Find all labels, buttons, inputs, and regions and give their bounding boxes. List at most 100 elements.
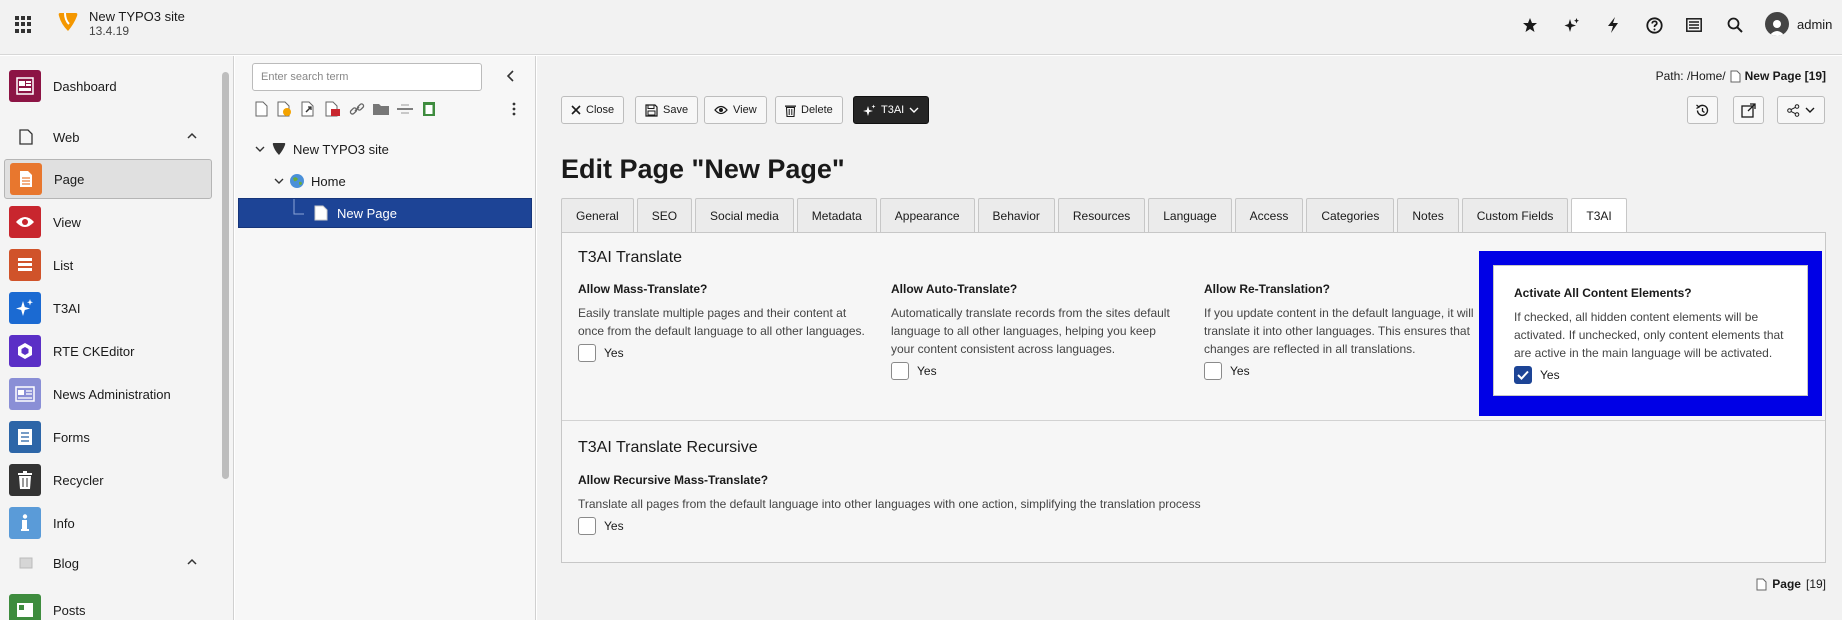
module-page[interactable]: Page — [4, 159, 212, 199]
checkbox-re-translation[interactable]: Yes — [1204, 362, 1484, 380]
eye-icon — [714, 105, 728, 115]
checkbox-mass-translate[interactable]: Yes — [578, 344, 868, 362]
checkbox-auto-translate[interactable]: Yes — [891, 362, 1181, 380]
new-page-green-icon[interactable] — [420, 100, 438, 118]
checkbox-activate-all-content-elements[interactable]: Yes — [1514, 366, 1799, 384]
chevron-down-icon — [1805, 107, 1815, 113]
module-label: Posts — [53, 602, 86, 618]
section-title: T3AI Translate — [578, 249, 683, 266]
save-button[interactable]: Save — [635, 96, 699, 124]
module-group-web[interactable]: Web — [4, 122, 212, 152]
page-icon — [1756, 578, 1767, 590]
module-posts[interactable]: Posts — [4, 590, 212, 620]
open-new-window-button[interactable] — [1733, 96, 1764, 124]
tab-seo[interactable]: SEO — [636, 198, 693, 232]
new-page-sysfolder-icon[interactable] — [276, 100, 294, 118]
module-group-blog[interactable]: Blog — [4, 548, 212, 578]
search-icon[interactable] — [1724, 14, 1746, 36]
tab-appearance[interactable]: Appearance — [879, 198, 975, 232]
t3ai-dropdown-button[interactable]: T3AI — [853, 96, 930, 124]
tree-node-new-page[interactable]: New Page — [238, 198, 532, 228]
delete-button[interactable]: Delete — [775, 96, 843, 124]
link-icon[interactable] — [348, 100, 366, 118]
section-divider — [562, 420, 1825, 421]
checkbox-label: Yes — [1540, 368, 1560, 382]
chevron-up-icon — [187, 132, 197, 139]
module-view[interactable]: View — [4, 202, 212, 242]
button-label: T3AI — [881, 104, 905, 116]
field-allow-mass-translate: Allow Mass-Translate? Easily translate m… — [578, 282, 868, 362]
user-menu[interactable]: admin — [1765, 12, 1832, 36]
module-list[interactable]: List — [4, 245, 212, 285]
tab-social-media[interactable]: Social media — [695, 198, 794, 232]
checkbox-label: Yes — [604, 519, 624, 533]
sparkles-icon — [9, 292, 41, 324]
module-info[interactable]: Info — [4, 503, 212, 543]
tab-general[interactable]: General — [561, 198, 634, 232]
module-label: RTE CKEditor — [53, 343, 135, 359]
tab-resources[interactable]: Resources — [1057, 198, 1146, 232]
module-label: Dashboard — [53, 78, 117, 94]
typo3-site-icon — [272, 143, 286, 155]
module-menu-scrollbar[interactable] — [222, 72, 229, 479]
page-tree-panel: New TYPO3 site Home New Page — [235, 56, 536, 620]
section-title: T3AI Translate Recursive — [578, 439, 758, 456]
field-description: If you update content in the default lan… — [1204, 306, 1474, 356]
list-icon[interactable] — [1683, 14, 1705, 36]
help-icon[interactable] — [1643, 14, 1665, 36]
tab-notes[interactable]: Notes — [1397, 198, 1459, 232]
checkbox-label: Yes — [604, 346, 624, 360]
module-dashboard[interactable]: Dashboard — [4, 66, 212, 106]
module-news[interactable]: News Administration — [4, 374, 212, 414]
field-allow-auto-translate: Allow Auto-Translate? Automatically tran… — [891, 282, 1181, 380]
new-page-link-icon[interactable] — [300, 100, 318, 118]
history-button[interactable] — [1687, 96, 1718, 124]
module-menu: Dashboard Web Page View List T3AI RTE CK… — [0, 56, 234, 620]
tab-behavior[interactable]: Behavior — [977, 198, 1055, 232]
trash-icon — [9, 464, 41, 496]
tree-search-input[interactable] — [252, 63, 482, 91]
module-recycler[interactable]: Recycler — [4, 460, 212, 500]
tree-node-root[interactable]: New TYPO3 site — [255, 134, 389, 164]
checkbox[interactable] — [891, 362, 909, 380]
path-page: New Page [19] — [1744, 69, 1826, 83]
tab-language[interactable]: Language — [1148, 198, 1232, 232]
new-page-red-icon[interactable] — [324, 100, 342, 118]
sparkles-icon[interactable] — [1561, 14, 1583, 36]
close-button[interactable]: Close — [561, 96, 625, 124]
checkbox[interactable] — [578, 344, 596, 362]
tab-t3ai[interactable]: T3AI — [1571, 198, 1627, 233]
typo3-logo[interactable] — [56, 10, 80, 34]
newspaper-icon — [9, 378, 41, 410]
checkbox-checked[interactable] — [1514, 366, 1532, 384]
tab-access[interactable]: Access — [1234, 198, 1304, 232]
list-module-icon — [9, 249, 41, 281]
history-icon — [1696, 103, 1709, 116]
tree-connector-line — [293, 199, 304, 215]
field-allow-recursive-mass-translate: Allow Recursive Mass-Translate? Translat… — [578, 473, 1378, 535]
checkbox[interactable] — [578, 517, 596, 535]
new-page-icon[interactable] — [252, 100, 270, 118]
star-icon[interactable] — [1519, 14, 1541, 36]
folder-icon[interactable] — [372, 100, 390, 118]
bolt-icon[interactable] — [1602, 14, 1624, 36]
share-dropdown-button[interactable] — [1777, 96, 1825, 124]
field-description: Automatically translate records from the… — [891, 306, 1170, 356]
module-rte-ckeditor[interactable]: RTE CKEditor — [4, 331, 212, 371]
trash-icon — [785, 105, 796, 117]
chevron-down-icon[interactable] — [274, 176, 284, 186]
checkbox-recursive-mass-translate[interactable]: Yes — [578, 517, 1378, 535]
module-t3ai[interactable]: T3AI — [4, 288, 212, 328]
view-button[interactable]: View — [704, 96, 767, 124]
module-forms[interactable]: Forms — [4, 417, 212, 457]
chevron-down-icon[interactable] — [255, 144, 265, 154]
tab-categories[interactable]: Categories — [1306, 198, 1395, 232]
more-vertical-icon[interactable] — [507, 100, 521, 118]
checkbox[interactable] — [1204, 362, 1222, 380]
tab-metadata[interactable]: Metadata — [796, 198, 877, 232]
tab-custom-fields[interactable]: Custom Fields — [1461, 198, 1569, 232]
app-menu-grid-icon[interactable] — [15, 16, 32, 33]
separator-icon[interactable] — [396, 100, 414, 118]
tree-node-home[interactable]: Home — [274, 166, 346, 196]
collapse-tree-chevron-left-icon[interactable] — [503, 68, 519, 84]
